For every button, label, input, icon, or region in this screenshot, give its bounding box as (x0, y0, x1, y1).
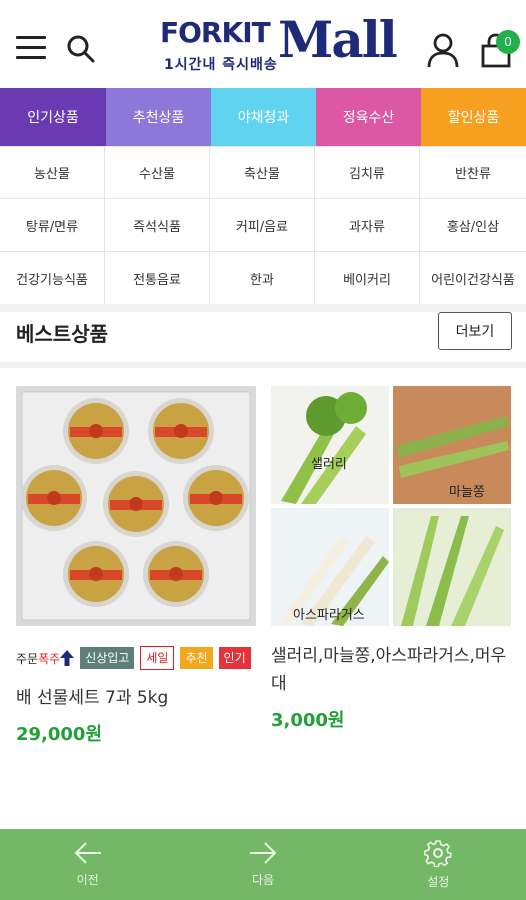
category-item[interactable]: 베이커리 (315, 252, 420, 305)
bottom-nav: 이전 다음 설정 (0, 829, 526, 900)
section-title: 베스트상품 (16, 322, 108, 346)
product-card[interactable]: 주문 폭주 신상입고 세일 추천 인기 배 선물세트 7과 5kg 29,000원 (16, 386, 256, 746)
category-tabs: 인기상품 추천상품 야채청과 정육수산 할인상품 (0, 88, 526, 146)
header: FORKIT Mall 1시간내 즉시배송 0 (0, 0, 526, 88)
category-item[interactable]: 커피/음료 (210, 199, 315, 252)
product-price: 3,000원 (271, 710, 345, 731)
back-label: 이전 (76, 873, 99, 887)
hot-prefix: 주문 (16, 651, 39, 666)
gear-icon (424, 840, 453, 867)
more-button[interactable]: 더보기 (438, 312, 512, 350)
category-item[interactable]: 반찬류 (420, 147, 526, 199)
tag-recommended: 추천 (180, 647, 213, 669)
arrow-left-icon (74, 842, 101, 864)
image-label: 샐러리 (311, 457, 347, 472)
back-button[interactable]: 이전 (0, 829, 175, 900)
category-item[interactable]: 김치류 (315, 147, 420, 199)
product-name[interactable]: 배 선물세트 7과 5kg (16, 684, 256, 712)
category-item[interactable]: 건강기능식품 (0, 252, 105, 305)
menu-icon[interactable] (16, 36, 46, 60)
tab-recommended[interactable]: 추천상품 (106, 88, 211, 146)
product-name[interactable]: 샐러리,마늘쫑,아스파라거스,머우대 (271, 642, 511, 698)
tag-new: 신상입고 (80, 647, 135, 669)
arrow-right-icon (249, 842, 277, 864)
category-item[interactable]: 수산물 (105, 147, 210, 199)
tab-label: 정육수산 (342, 110, 395, 126)
tab-popular[interactable]: 인기상품 (0, 88, 106, 146)
tab-discount[interactable]: 할인상품 (421, 88, 526, 146)
forward-label: 다음 (251, 873, 275, 887)
hot-word: 폭주 (38, 651, 61, 666)
hot-badge: 주문 폭주 (16, 650, 75, 667)
category-item[interactable]: 즉석식품 (105, 199, 210, 252)
product-tags: 주문 폭주 신상입고 세일 추천 인기 (16, 646, 256, 670)
product-price: 29,000원 (16, 724, 103, 745)
section-divider (0, 362, 526, 368)
logo[interactable]: FORKIT Mall 1시간내 즉시배송 (158, 10, 398, 76)
section-divider (0, 304, 526, 312)
forward-button[interactable]: 다음 (175, 829, 350, 900)
tab-meat-seafood[interactable]: 정육수산 (316, 88, 421, 146)
category-item[interactable]: 한과 (210, 252, 315, 305)
tab-vegetables[interactable]: 야채청과 (211, 88, 316, 146)
category-item[interactable]: 홍삼/인삼 (420, 199, 526, 252)
search-icon[interactable] (66, 34, 96, 64)
tab-label: 야채청과 (237, 110, 290, 126)
image-label: 마늘쫑 (449, 485, 485, 500)
product-card[interactable]: 샐러리 마늘쫑 아스파라거스 샐러리,마늘쫑,아스파라거스,머우대 3,000원 (271, 386, 511, 732)
image-label: 아스파라거스 (293, 608, 365, 623)
logo-subtitle: 1시간내 즉시배송 (164, 57, 278, 73)
settings-label: 설정 (427, 875, 450, 889)
category-item[interactable]: 과자류 (315, 199, 420, 252)
category-item[interactable]: 전통음료 (105, 252, 210, 305)
category-item[interactable]: 축산물 (210, 147, 315, 199)
tab-label: 인기상품 (27, 110, 79, 126)
category-item[interactable]: 농산물 (0, 147, 105, 199)
logo-mall-text: Mall (278, 10, 398, 69)
category-grid: 농산물 수산물 축산물 김치류 반찬류 탕류/면류 즉석식품 커피/음료 과자류… (0, 146, 526, 305)
category-item[interactable]: 어린이건강식품 (420, 252, 526, 305)
category-item[interactable]: 탕류/면류 (0, 199, 105, 252)
tag-popular: 인기 (218, 647, 251, 669)
tag-sale: 세일 (140, 646, 175, 670)
logo-text: FORKIT (160, 16, 271, 49)
arrow-up-icon (60, 650, 75, 666)
settings-button[interactable]: 설정 (351, 829, 526, 900)
product-image[interactable] (16, 386, 256, 626)
cart-count-badge: 0 (496, 30, 520, 54)
product-image[interactable]: 샐러리 마늘쫑 아스파라거스 (271, 386, 511, 626)
tab-label: 추천상품 (132, 110, 185, 126)
tab-label: 할인상품 (447, 110, 500, 126)
user-icon[interactable] (426, 32, 460, 68)
